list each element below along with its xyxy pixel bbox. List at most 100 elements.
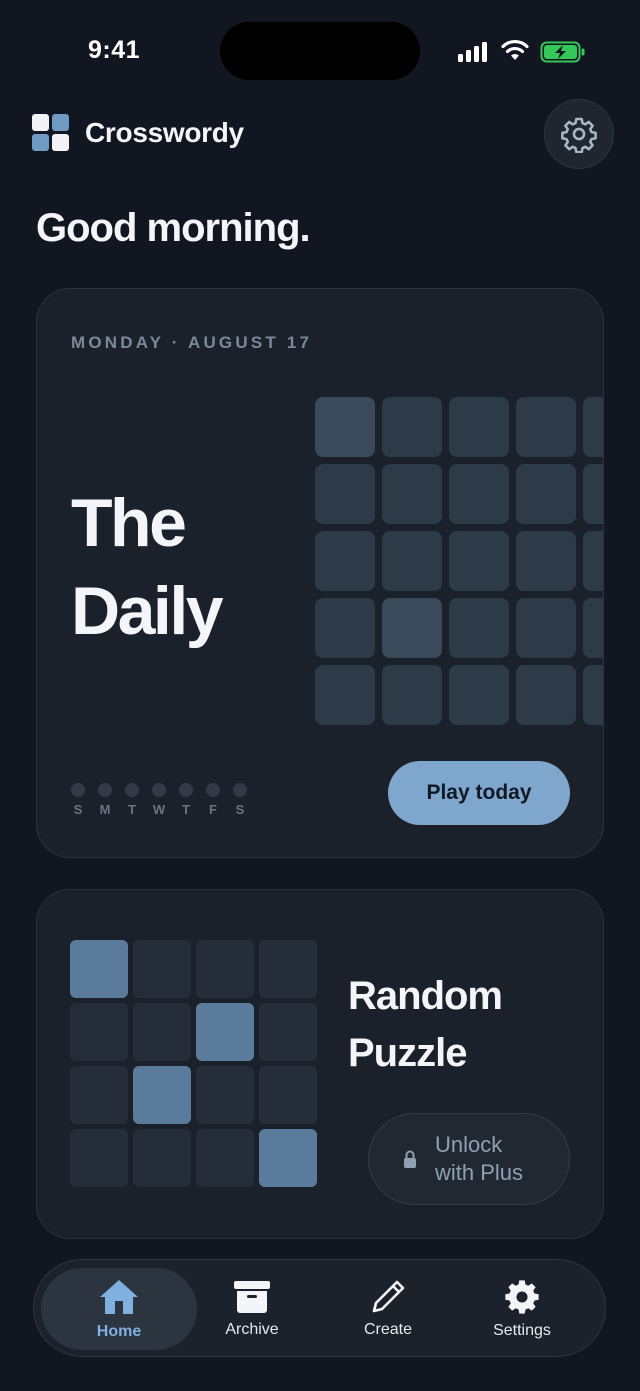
grid-cell	[70, 1003, 128, 1061]
daily-grid-preview	[315, 397, 603, 725]
grid-cell	[382, 397, 442, 457]
battery-icon	[540, 41, 585, 63]
gear-icon	[505, 1280, 539, 1314]
grid-cell	[315, 397, 375, 457]
grid-cell	[382, 464, 442, 524]
grid-cell	[516, 397, 576, 457]
tab-create[interactable]: Create	[320, 1268, 456, 1350]
status-time: 9:41	[88, 36, 141, 64]
daily-date: MONDAY · AUGUST 17	[71, 333, 313, 352]
grid-cell	[196, 1003, 254, 1061]
streak-day: M	[98, 783, 112, 817]
grid-cell	[259, 940, 317, 998]
pencil-icon	[372, 1280, 405, 1313]
grid-cell	[583, 464, 603, 524]
grid-cell	[315, 598, 375, 658]
grid-cell	[516, 464, 576, 524]
play-today-button[interactable]: Play today	[388, 761, 570, 825]
grid-cell	[382, 598, 442, 658]
day-letter: T	[128, 802, 136, 817]
grid-cell	[449, 665, 509, 725]
grid-cell	[382, 531, 442, 591]
random-title-line1: Random	[348, 974, 503, 1018]
grid-cell	[196, 1066, 254, 1124]
tab-label: Archive	[225, 1321, 279, 1338]
streak-dot	[233, 783, 247, 797]
home-screen: 9:41 Crosswordy Good morning. MONDAY · A…	[0, 0, 640, 1391]
random-grid-preview	[70, 940, 317, 1187]
grid-cell	[196, 940, 254, 998]
grid-cell	[315, 531, 375, 591]
grid-cell	[133, 1003, 191, 1061]
grid-cell	[196, 1129, 254, 1187]
streak-dot	[179, 783, 193, 797]
random-title: Random Puzzle	[348, 968, 568, 1082]
grid-cell	[315, 665, 375, 725]
grid-cell	[449, 464, 509, 524]
streak-day: S	[233, 783, 247, 817]
tab-bar: Home Archive Create Settings	[33, 1259, 606, 1357]
home-icon	[100, 1280, 138, 1314]
dynamic-island	[220, 22, 420, 80]
tab-label: Create	[363, 1321, 413, 1338]
streak-day: W	[152, 783, 166, 817]
day-letter: M	[99, 802, 111, 817]
daily-puzzle-card[interactable]: MONDAY · AUGUST 17 The Daily S M T W T F…	[36, 288, 604, 858]
daily-title-line1: The	[71, 485, 187, 561]
cellular-signal-icon	[458, 40, 487, 62]
streak-day: T	[125, 783, 139, 817]
grid-cell	[583, 665, 603, 725]
streak-dot	[125, 783, 139, 797]
day-letter: S	[73, 802, 83, 817]
gear-icon	[561, 117, 597, 153]
tab-label: Home	[96, 1323, 142, 1340]
grid-cell	[583, 598, 603, 658]
greeting-heading: Good morning.	[36, 206, 311, 250]
day-letter: F	[209, 802, 217, 817]
streak-day: F	[206, 783, 220, 817]
tab-home[interactable]: Home	[41, 1268, 197, 1350]
grid-cell	[449, 531, 509, 591]
random-puzzle-card[interactable]: Random Puzzle Unlock with Plus	[36, 889, 604, 1239]
tab-settings[interactable]: Settings	[454, 1268, 590, 1350]
daily-title: The Daily	[71, 479, 331, 655]
day-letter: W	[152, 802, 166, 817]
streak-dot	[206, 783, 220, 797]
unlock-line2: with Plus	[435, 1160, 524, 1185]
grid-cell	[449, 598, 509, 658]
day-letter: S	[235, 802, 245, 817]
streak-day: T	[179, 783, 193, 817]
grid-cell	[583, 397, 603, 457]
grid-cell	[133, 1066, 191, 1124]
grid-cell	[259, 1129, 317, 1187]
grid-cell	[449, 397, 509, 457]
day-letter: T	[182, 802, 190, 817]
settings-button[interactable]	[544, 99, 614, 169]
wifi-icon	[501, 39, 529, 60]
grid-cell	[315, 464, 375, 524]
unlock-with-plus-button[interactable]: Unlock with Plus	[368, 1113, 570, 1205]
streak-dot	[152, 783, 166, 797]
app-logo	[32, 114, 70, 152]
streak-dot	[98, 783, 112, 797]
streak-day: S	[71, 783, 85, 817]
daily-title-line2: Daily	[71, 573, 224, 649]
grid-cell	[133, 1129, 191, 1187]
random-title-line2: Puzzle	[348, 1031, 467, 1075]
tab-label: Settings	[493, 1322, 551, 1339]
grid-cell	[516, 531, 576, 591]
grid-cell	[516, 665, 576, 725]
grid-cell	[70, 940, 128, 998]
grid-cell	[516, 598, 576, 658]
grid-cell	[133, 940, 191, 998]
weekly-streak: S M T W T F S	[71, 783, 247, 817]
archive-icon	[234, 1281, 270, 1313]
grid-cell	[70, 1066, 128, 1124]
streak-dot	[71, 783, 85, 797]
tab-archive[interactable]: Archive	[184, 1268, 320, 1350]
unlock-line1: Unlock	[435, 1132, 503, 1157]
lock-icon	[404, 1150, 416, 1168]
grid-cell	[259, 1003, 317, 1061]
grid-cell	[382, 665, 442, 725]
grid-cell	[583, 531, 603, 591]
